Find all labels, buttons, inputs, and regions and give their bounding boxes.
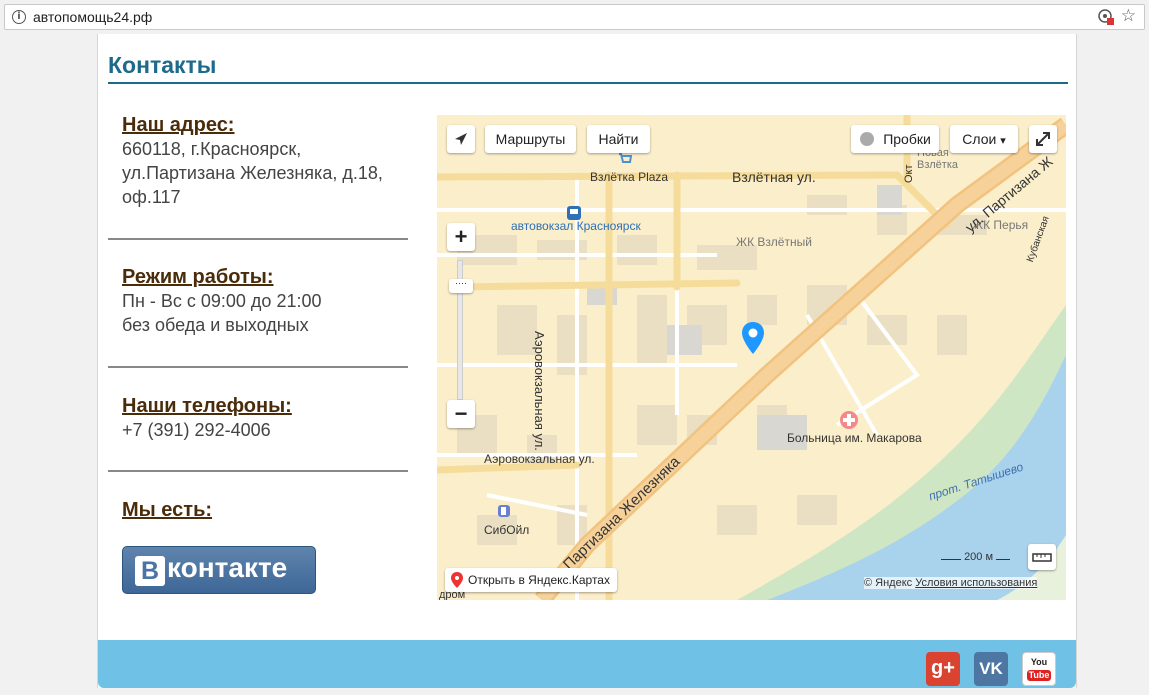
routes-button[interactable]: Маршруты xyxy=(485,125,576,153)
vk-wordmark: контакте xyxy=(167,552,288,583)
hospital-icon[interactable] xyxy=(839,410,859,430)
map-pin-icon xyxy=(451,572,463,588)
map-label: ЖК Взлётный xyxy=(736,235,812,249)
divider xyxy=(108,366,408,368)
divider xyxy=(108,238,408,240)
phones-block: Наши телефоны: +7 (391) 292-4006 xyxy=(108,395,408,442)
traffic-label: Пробки xyxy=(883,131,931,147)
location-pin-icon[interactable] xyxy=(740,320,766,356)
yandex-map[interactable]: Взлётка Plaza Взлётная ул. автовокзал Кр… xyxy=(437,115,1066,600)
map-label: Аэровокзальная ул. xyxy=(532,331,547,451)
layers-label: Слои xyxy=(962,131,997,147)
vk-logo-icon: В xyxy=(135,556,165,586)
browser-toolbar: i автопомощь24.рф ☆ xyxy=(0,0,1149,34)
map-scale: 200 м xyxy=(941,551,1021,563)
chevron-down-icon: ▾ xyxy=(1000,135,1006,147)
scale-bar xyxy=(941,559,961,560)
map-label: СибОйл xyxy=(484,523,530,537)
hours-line-1: Пн - Вс с 09:00 до 21:00 xyxy=(122,291,322,311)
social-heading: Мы есть: xyxy=(122,499,213,521)
copyright-text: © Яндекс xyxy=(864,577,913,589)
vkontakte-button[interactable]: В контакте xyxy=(122,546,316,594)
youtube-top-label: You xyxy=(1030,657,1048,667)
vk-footer-button[interactable]: VK xyxy=(974,652,1008,686)
youtube-button[interactable]: You Tube xyxy=(1022,652,1056,686)
url-text[interactable]: автопомощь24.рф xyxy=(33,9,152,25)
footer: g+ VK You Tube xyxy=(98,640,1076,688)
google-plus-button[interactable]: g+ xyxy=(926,652,960,686)
hours-line-2: без обеда и выходных xyxy=(122,315,309,335)
address-line-2: ул.Партизана Железняка, д.18, xyxy=(122,163,383,183)
phone-number: +7 (391) 292-4006 xyxy=(122,420,271,440)
social-block: Мы есть: xyxy=(108,499,408,522)
hours-heading: Режим работы: xyxy=(122,266,274,288)
map-label: Взлётная ул. xyxy=(732,169,816,185)
open-link-label: Открыть в Яндекс.Картах xyxy=(468,573,610,587)
map-label: автовокзал Красноярск xyxy=(511,219,641,233)
phones-heading: Наши телефоны: xyxy=(122,395,292,417)
address-bar[interactable]: i автопомощь24.рф ☆ xyxy=(4,4,1145,30)
map-label: Взлётка xyxy=(917,159,959,171)
hours-block: Режим работы: Пн - Вс с 09:00 до 21:00 б… xyxy=(108,266,408,337)
address-line-3: оф.117 xyxy=(122,187,181,207)
ruler-button[interactable] xyxy=(1028,544,1056,570)
bus-station-icon[interactable] xyxy=(566,205,582,221)
open-in-yandex-maps-link[interactable]: Открыть в Яндекс.Картах xyxy=(445,568,617,592)
scale-label: 200 м xyxy=(964,551,994,563)
geolocation-button[interactable] xyxy=(447,125,475,153)
shopping-cart-icon[interactable] xyxy=(617,151,633,167)
zoom-out-button[interactable]: − xyxy=(447,400,475,428)
terms-link[interactable]: Условия использования xyxy=(915,577,1037,589)
divider xyxy=(108,470,408,472)
title-divider xyxy=(108,82,1068,84)
navigation-arrow-icon xyxy=(455,133,467,145)
map-label: Взлётка Plaza xyxy=(590,170,669,184)
map-label: Окт xyxy=(903,164,915,183)
page-container: Контакты Наш адрес: 660118, г.Красноярск… xyxy=(97,34,1077,688)
scale-bar xyxy=(996,559,1011,560)
page-title: Контакты xyxy=(108,52,217,78)
layers-button[interactable]: Слои ▾ xyxy=(950,125,1018,153)
address-block: Наш адрес: 660118, г.Красноярск, ул.Парт… xyxy=(108,114,408,209)
find-button[interactable]: Найти xyxy=(587,125,650,153)
bookmark-star-icon[interactable]: ☆ xyxy=(1121,6,1136,26)
info-icon[interactable]: i xyxy=(12,10,26,24)
map-attribution: © Яндекс Условия использования xyxy=(864,577,1038,589)
fuel-station-icon[interactable] xyxy=(497,504,511,518)
traffic-icon xyxy=(860,132,874,146)
address-heading: Наш адрес: xyxy=(122,114,235,136)
ruler-icon xyxy=(1032,553,1052,562)
fullscreen-button[interactable] xyxy=(1029,125,1057,153)
zoom-in-button[interactable]: + xyxy=(447,223,475,251)
expand-icon xyxy=(1036,132,1050,146)
youtube-bottom-label: Tube xyxy=(1027,670,1051,681)
extension-icon[interactable] xyxy=(1098,9,1114,25)
address-line-1: 660118, г.Красноярск, xyxy=(122,139,302,159)
map-label: Больница им. Макарова xyxy=(787,431,922,445)
traffic-button[interactable]: Пробки xyxy=(851,125,939,153)
zoom-slider-handle[interactable]: ···· xyxy=(449,279,473,293)
map-label: Аэровокзальная ул. xyxy=(484,452,595,466)
